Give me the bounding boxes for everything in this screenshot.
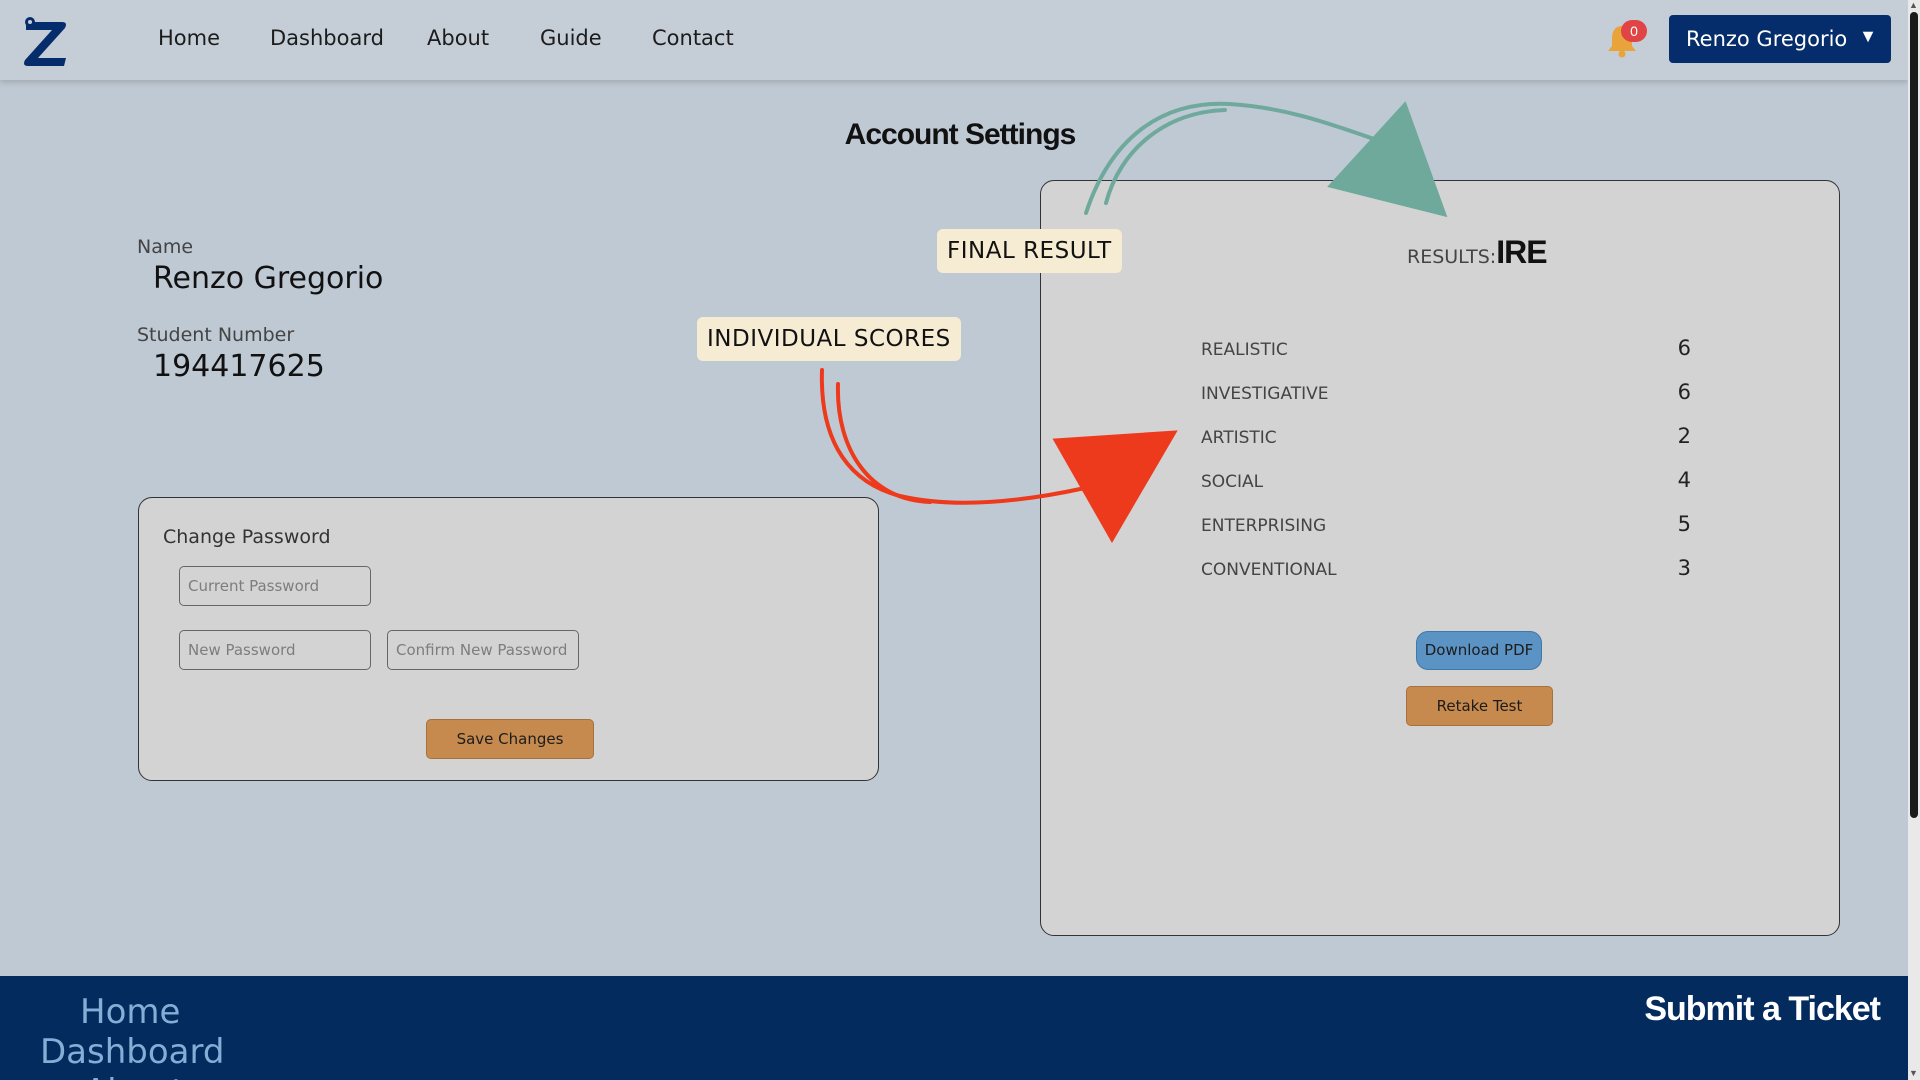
footer-home-link[interactable]: Home <box>80 992 180 1032</box>
results-code: IRE <box>1496 234 1547 270</box>
nav-contact-link[interactable]: Contact <box>652 26 734 50</box>
caret-down-icon: ▼ <box>1859 26 1877 46</box>
save-changes-button[interactable]: Save Changes <box>426 719 594 759</box>
nav-home-link[interactable]: Home <box>158 26 220 50</box>
results-label: RESULTS: <box>1407 246 1497 268</box>
current-password-input[interactable] <box>179 566 371 606</box>
name-label: Name <box>137 236 194 258</box>
score-value: 4 <box>1677 468 1691 492</box>
name-value: Renzo Gregorio <box>153 261 384 296</box>
individual-scores-callout: INDIVIDUAL SCORES <box>697 317 961 361</box>
top-navbar: Home Dashboard About Guide Contact 0 Ren… <box>0 0 1908 80</box>
user-name: Renzo Gregorio <box>1686 27 1848 51</box>
z-logo-icon[interactable] <box>22 14 72 68</box>
footer-dashboard-link[interactable]: Dashboard <box>40 1032 224 1072</box>
score-name: ARTISTIC <box>1201 428 1277 448</box>
notification-badge: 0 <box>1621 20 1647 42</box>
change-password-title: Change Password <box>163 526 331 548</box>
nav-about-link[interactable]: About <box>427 26 489 50</box>
nav-guide-link[interactable]: Guide <box>540 26 602 50</box>
scroll-up-arrow-icon[interactable]: ▲ <box>1909 0 1918 10</box>
score-row: ARTISTIC 2 <box>1201 424 1691 454</box>
scroll-down-arrow-icon[interactable]: ▼ <box>1909 1068 1918 1078</box>
score-name: SOCIAL <box>1201 472 1264 492</box>
retake-test-button[interactable]: Retake Test <box>1406 686 1553 726</box>
student-number-label: Student Number <box>137 324 295 346</box>
results-card: RESULTS:IRE REALISTIC 6 INVESTIGATIVE 6 … <box>1040 180 1840 936</box>
footer: Home Dashboard About Submit a Ticket <box>0 976 1908 1080</box>
score-row: INVESTIGATIVE 6 <box>1201 380 1691 410</box>
score-row: SOCIAL 4 <box>1201 468 1691 498</box>
score-row: ENTERPRISING 5 <box>1201 512 1691 542</box>
score-name: ENTERPRISING <box>1201 516 1327 536</box>
footer-about-link[interactable]: About <box>84 1072 185 1080</box>
score-value: 6 <box>1677 380 1691 404</box>
results-header: RESULTS:IRE <box>1407 234 1548 271</box>
submit-ticket-link[interactable]: Submit a Ticket <box>1644 990 1881 1029</box>
score-row: REALISTIC 6 <box>1201 336 1691 366</box>
nav-dashboard-link[interactable]: Dashboard <box>270 26 384 50</box>
score-name: CONVENTIONAL <box>1201 560 1337 580</box>
score-value: 3 <box>1677 556 1691 580</box>
confirm-password-input[interactable] <box>387 630 579 670</box>
score-value: 6 <box>1677 336 1691 360</box>
student-number-value: 194417625 <box>153 349 325 384</box>
page-title: Account Settings <box>844 118 1077 151</box>
score-value: 5 <box>1677 512 1691 536</box>
new-password-input[interactable] <box>179 630 371 670</box>
score-value: 2 <box>1677 424 1691 448</box>
user-menu-button[interactable]: Renzo Gregorio ▼ <box>1669 15 1891 63</box>
final-result-callout: FINAL RESULT <box>937 229 1122 273</box>
download-pdf-button[interactable]: Download PDF <box>1416 631 1542 670</box>
score-name: INVESTIGATIVE <box>1201 384 1329 404</box>
score-row: CONVENTIONAL 3 <box>1201 556 1691 586</box>
change-password-card: Change Password Save Changes <box>138 497 879 781</box>
score-name: REALISTIC <box>1201 340 1288 360</box>
